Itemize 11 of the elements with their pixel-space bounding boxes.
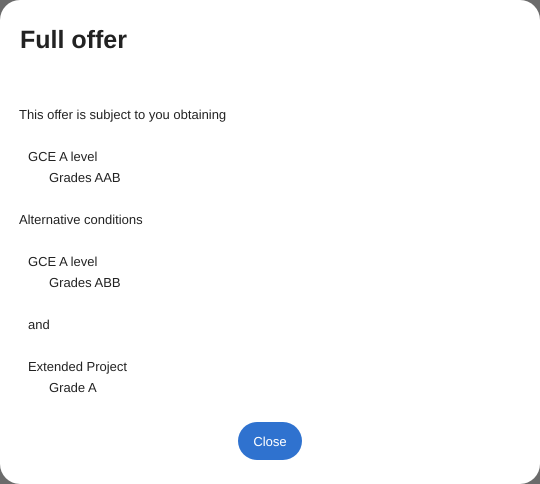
grade-label: Grade A (49, 380, 98, 396)
qualification-label: GCE A level (28, 254, 98, 270)
close-button[interactable]: Close (238, 422, 302, 460)
qualification-label: GCE A level (28, 149, 98, 165)
intro-text: This offer is subject to you obtaining (19, 107, 228, 123)
section-heading: Alternative conditions (19, 212, 144, 228)
dialog-title: Full offer (20, 26, 128, 55)
grade-label: Grades ABB (49, 275, 122, 291)
connector-label: and (28, 317, 51, 333)
grade-label: Grades AAB (49, 170, 122, 186)
qualification-label: Extended Project (28, 359, 128, 375)
